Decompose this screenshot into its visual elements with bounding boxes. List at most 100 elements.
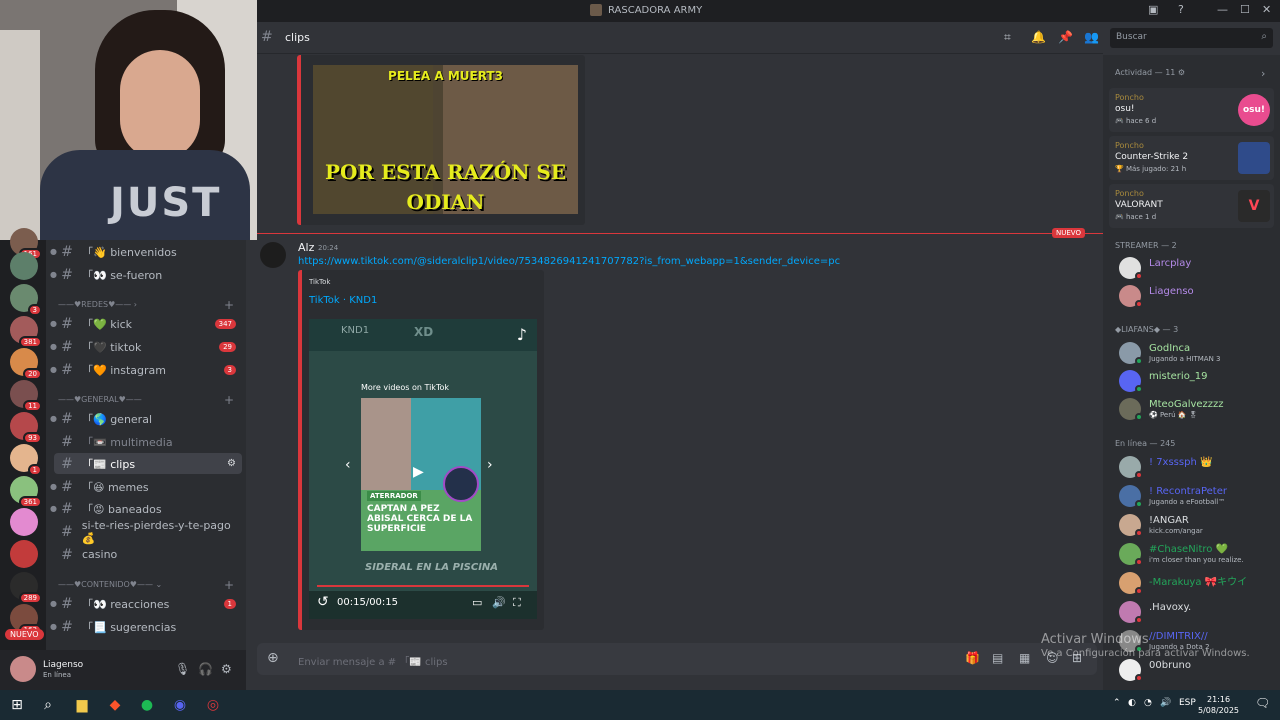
inbox-icon[interactable]: ▣ [1148,3,1158,16]
play-icon[interactable]: ▶ [413,464,424,480]
server-icon[interactable]: 20 [10,348,42,380]
member-item[interactable]: 00bruno [1109,657,1274,683]
spotify-icon[interactable]: ● [138,696,156,714]
brave-browser-icon[interactable]: ◆ [106,696,124,714]
message-link[interactable]: https://www.tiktok.com/@sideralclip1/vid… [298,256,840,267]
add-channel-icon[interactable]: + [224,578,234,592]
server-icon[interactable]: 381 [10,316,42,348]
member-item[interactable]: -Marakuya 🎀キウイ [1109,570,1274,596]
maximize-button[interactable]: ☐ [1240,3,1250,16]
close-button[interactable]: ✕ [1262,3,1271,16]
add-attachment-icon[interactable]: ⊕ [267,650,279,666]
category-general[interactable]: ——♥GENERAL♥—— + [58,393,238,407]
windows-start-icon[interactable]: ⊞ [8,696,26,714]
suggested-video-card[interactable]: ATERRADOR CAPTAN A PEZ ABISAL CERCA DE L… [361,398,481,551]
member-item[interactable]: Liagenso [1109,283,1274,309]
tray-icon[interactable]: ◐ [1128,698,1136,708]
chevron-left-icon[interactable]: ‹ [345,457,351,473]
activity-card[interactable]: Poncho VALORANT 🎮 hace 1 d V [1109,184,1274,228]
server-icon[interactable] [10,508,38,536]
clock[interactable]: 21:16 5/08/2025 [1198,694,1239,716]
channel-item[interactable]: ● # 「📃 sugerencias [50,616,242,637]
minimize-button[interactable]: — [1217,3,1228,16]
member-item[interactable]: !ANGAR kick.com/angar [1109,512,1274,538]
headphones-icon[interactable]: 🎧 [198,662,213,676]
add-channel-icon[interactable]: + [224,298,234,312]
pin-icon[interactable]: 📌 [1058,30,1073,44]
gif-icon[interactable]: ▤ [992,651,1003,665]
server-icon[interactable]: 289 [10,572,42,604]
activity-card[interactable]: Poncho osu! 🎮 hace 6 d osu! [1109,88,1274,132]
help-icon[interactable]: ? [1178,3,1184,16]
language-indicator[interactable]: ESP [1179,698,1196,708]
discord-icon[interactable]: ◉ [171,696,189,714]
category-redes[interactable]: ——♥REDES♥—— › + [58,298,238,312]
threads-icon[interactable]: ⌗ [1004,30,1011,45]
embed-title[interactable]: TikTok · KND1 [309,295,377,306]
embedded-video[interactable]: KND1 XD ♪ More videos on TikTok ATERRADO… [309,319,537,619]
activity-card[interactable]: Poncho Counter-Strike 2 🏆 Más jugado: 21… [1109,136,1274,180]
member-item[interactable]: misterio_19 [1109,368,1274,394]
channel-settings-icon[interactable]: ⚙ [227,458,236,469]
member-item[interactable]: MteoGalvezzzz ⚽ Perú 🏠 🎖 [1109,396,1274,422]
avatar[interactable] [260,242,286,268]
channel-item[interactable]: # 「📼 multimedia [54,431,242,452]
notification-icon[interactable]: 🗨 [1255,696,1270,710]
channel-item[interactable]: ● # 「😆 memes [50,476,242,497]
message-composer[interactable]: ⊕ Enviar mensaje a # 「📰 clips 🎁 ▤ ▦ ☺ ⊞ [257,643,1097,675]
new-unreads-pill[interactable]: NUEVO [5,629,44,640]
member-item[interactable]: #ChaseNitro 💚 i'm closer than you realize… [1109,541,1274,567]
video-thumbnail[interactable]: PELEA A MUERT3 POR ESTA RAZÓN SE ODIAN [313,65,578,214]
server-icon[interactable]: 1 [10,444,42,476]
video-progress-bar[interactable] [317,585,529,587]
captions-icon[interactable]: ▭ [472,596,482,609]
channel-item[interactable]: # si-te-ries-pierdes-y-te-pago💰 [54,519,242,545]
server-icon[interactable]: 3 [10,284,42,316]
server-icon[interactable]: 11 [10,380,42,412]
channel-item[interactable]: ● # 「👀 se-fueron [50,264,242,285]
tray-expand-icon[interactable]: ⌃ [1113,698,1121,708]
channel-item[interactable]: ● # 「💚 kick 347 [50,313,242,334]
hash-icon: # [61,315,73,332]
channel-item[interactable]: ● # 「👋 bienvenidos [50,241,242,262]
server-icon[interactable]: 93 [10,412,42,444]
member-item[interactable]: ! 7xsssph 👑 [1109,454,1274,480]
bell-icon[interactable]: 🔔 [1031,30,1046,44]
mic-icon[interactable]: 🎙 [175,662,190,676]
channel-item[interactable]: ● # 「🧡 instagram 3 [50,359,242,380]
search-input[interactable]: Buscar ⌕ [1110,28,1273,48]
server-icon[interactable]: 361 [10,476,42,508]
chevron-right-icon[interactable]: › [487,457,493,473]
channel-item[interactable]: ● # 「👀 reacciones 1 [50,593,242,614]
channel-item[interactable]: ● # 「😡 baneados [50,498,242,519]
channel-item[interactable]: # casino [54,544,242,565]
file-explorer-icon[interactable]: ▆ [73,696,91,714]
channel-item-active[interactable]: # 「📰 clips ⚙ [54,453,242,474]
tray-icon[interactable]: ◔ [1144,698,1152,708]
chevron-right-icon[interactable]: › [1261,67,1265,80]
gear-icon[interactable]: ⚙ [221,662,232,676]
member-item[interactable]: ! RecontraPeter Jugando a eFootball™ [1109,483,1274,509]
replay-icon[interactable]: ↺ [317,594,329,610]
channel-item[interactable]: ● # 「🌎 general [50,408,242,429]
member-item[interactable]: GodInca Jugando a HITMAN 3 [1109,340,1274,366]
server-icon[interactable] [10,252,38,280]
obs-icon[interactable]: ◎ [204,696,222,714]
volume-icon[interactable]: 🔊 [492,596,506,609]
category-contenido[interactable]: ——♥CONTENIDO♥—— ⌄ + [58,578,238,592]
sticker-icon[interactable]: ▦ [1019,651,1030,665]
add-channel-icon[interactable]: + [224,393,234,407]
fullscreen-icon[interactable]: ⛶ [513,596,521,610]
activity-sub: 🏆 Más jugado: 21 h [1115,165,1187,173]
server-icon[interactable]: 163 [10,604,42,636]
server-icon[interactable] [10,540,38,568]
volume-icon[interactable]: 🔊 [1160,698,1171,708]
member-item[interactable]: Larcplay [1109,255,1274,281]
search-icon[interactable]: ⌕ [39,696,57,714]
message-author[interactable]: Alz [298,241,314,254]
member-item[interactable]: .Havoxy. [1109,599,1274,625]
channel-item[interactable]: ● # 「🖤 tiktok 29 [50,336,242,357]
gift-icon[interactable]: 🎁 [965,651,980,665]
members-icon[interactable]: 👥 [1084,30,1099,44]
avatar[interactable] [10,656,36,682]
